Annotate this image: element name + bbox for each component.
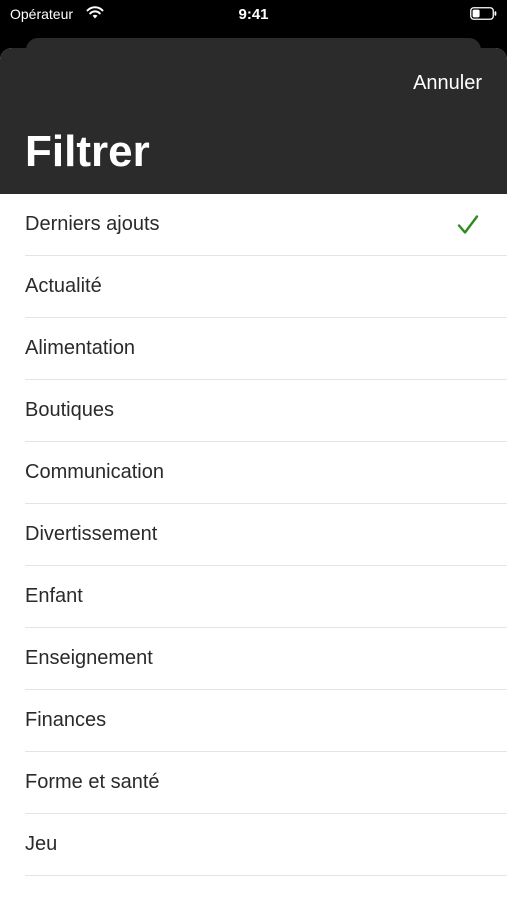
list-item-label: Alimentation xyxy=(25,337,136,359)
list-item-actualite[interactable]: Actualité xyxy=(0,256,507,318)
filter-list: Derniers ajouts Actualité Alimentation B… xyxy=(0,194,507,876)
list-item-boutiques[interactable]: Boutiques xyxy=(0,380,507,442)
list-item-label: Enfant xyxy=(25,585,83,607)
list-item-finances[interactable]: Finances xyxy=(0,690,507,752)
page-title: Filtrer xyxy=(25,127,150,176)
filter-sheet: Annuler Filtrer Derniers ajouts Actualit… xyxy=(0,48,507,900)
list-item-communication[interactable]: Communication xyxy=(0,442,507,504)
list-item-label: Derniers ajouts xyxy=(25,213,160,235)
list-item-label: Boutiques xyxy=(25,399,114,421)
list-item-derniers-ajouts[interactable]: Derniers ajouts xyxy=(0,194,507,256)
status-time: 9:41 xyxy=(238,6,269,23)
list-item-alimentation[interactable]: Alimentation xyxy=(0,318,507,380)
list-item-label: Actualité xyxy=(25,275,102,297)
list-item-forme-et-sante[interactable]: Forme et santé xyxy=(0,752,507,814)
list-item-enseignement[interactable]: Enseignement xyxy=(0,628,507,690)
list-item-divertissement[interactable]: Divertissement xyxy=(0,504,507,566)
list-item-label: Enseignement xyxy=(25,647,153,669)
list-item-label: Forme et santé xyxy=(25,771,160,793)
battery-icon xyxy=(470,7,497,20)
list-item-label: Finances xyxy=(25,709,107,731)
sheet-header: Annuler Filtrer xyxy=(0,48,507,194)
checkmark-icon xyxy=(457,215,479,234)
status-bar: Opérateur 9:41 xyxy=(0,0,507,30)
list-item-label: Divertissement xyxy=(25,523,158,545)
list-item-label: Jeu xyxy=(25,833,58,855)
list-item-label: Communication xyxy=(25,461,164,483)
cancel-button[interactable]: Annuler xyxy=(413,72,482,95)
list-item-jeu[interactable]: Jeu xyxy=(0,814,507,876)
list-item-enfant[interactable]: Enfant xyxy=(0,566,507,628)
